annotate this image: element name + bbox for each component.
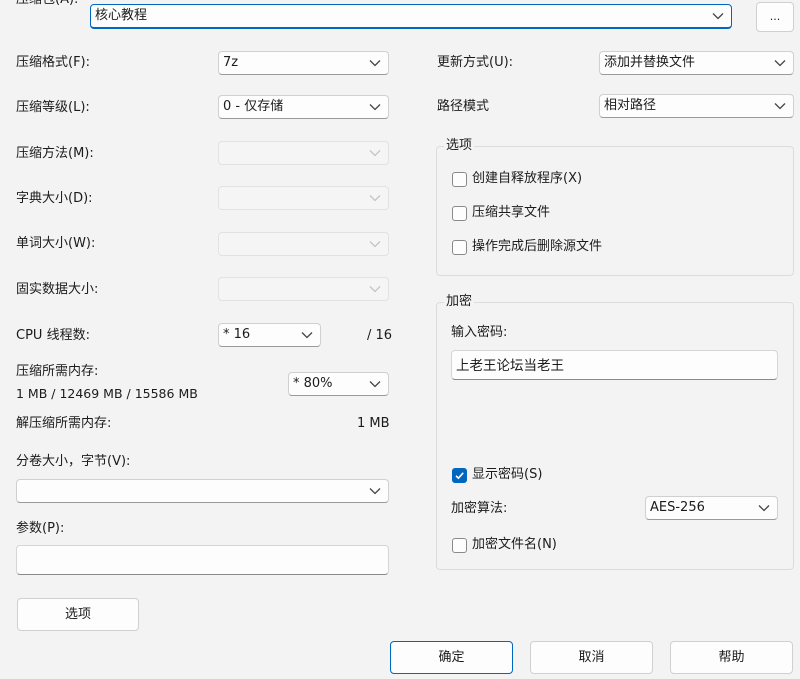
checkmark-icon [455, 472, 464, 480]
solid-label: 固实数据大小: [16, 282, 99, 297]
params-label: 参数(P): [16, 521, 65, 536]
sfx-label: 创建自释放程序(X) [472, 171, 583, 186]
encrypt-method-select[interactable]: AES-256 [645, 496, 778, 520]
options-button[interactable]: 选项 [17, 598, 139, 631]
chevron-down-icon [758, 505, 770, 512]
word-label: 单词大小(W): [16, 236, 96, 251]
dict-label: 字典大小(D): [16, 191, 93, 206]
archive-label: 压缩包(A): [16, 0, 78, 9]
update-label: 更新方式(U): [437, 55, 514, 70]
mem-detail: 1 MB / 12469 MB / 15586 MB [16, 386, 198, 401]
update-select[interactable]: 添加并替换文件 [599, 51, 794, 75]
delete-checkbox[interactable] [452, 240, 467, 255]
level-value: 0 - 仅存储 [223, 99, 284, 114]
show-password-label: 显示密码(S) [472, 467, 543, 482]
chevron-down-icon [774, 60, 786, 67]
delete-label: 操作完成后删除源文件 [472, 239, 603, 254]
path-value: 相对路径 [604, 98, 657, 113]
sfx-checkbox[interactable] [452, 172, 467, 187]
chevron-down-icon [369, 488, 381, 495]
chevron-down-icon [369, 241, 381, 248]
encrypt-method-label: 加密算法: [451, 501, 508, 516]
archive-name-combo[interactable]: 核心教程 [90, 4, 732, 29]
decomp-label: 解压缩所需内存: [16, 416, 112, 431]
ok-button[interactable]: 确定 [390, 641, 513, 674]
show-password-checkbox[interactable] [452, 468, 467, 483]
mem-select[interactable]: * 80% [288, 372, 389, 396]
shared-label: 压缩共享文件 [472, 205, 551, 220]
path-select[interactable]: 相对路径 [599, 94, 794, 118]
cpu-select[interactable]: * 16 [218, 323, 321, 347]
browse-button[interactable]: ... [756, 2, 794, 32]
split-label: 分卷大小，字节(V): [16, 454, 131, 469]
encrypt-names-checkbox[interactable] [452, 538, 467, 553]
encrypt-group-title: 加密 [444, 293, 475, 311]
word-select[interactable] [218, 232, 389, 256]
options-group-title: 选项 [444, 137, 475, 155]
shared-checkbox[interactable] [452, 206, 467, 221]
chevron-down-icon [369, 381, 381, 388]
chevron-down-icon [712, 13, 724, 20]
chevron-down-icon [301, 332, 313, 339]
path-label: 路径模式 [437, 99, 490, 114]
encrypt-method-value: AES-256 [650, 500, 705, 515]
encrypt-group [436, 302, 794, 570]
chevron-down-icon [369, 104, 381, 111]
level-select[interactable]: 0 - 仅存储 [218, 95, 389, 119]
password-value: 上老王论坛当老王 [456, 358, 564, 374]
format-value: 7z [223, 55, 239, 70]
mem-value: * 80% [293, 376, 333, 391]
chevron-down-icon [369, 150, 381, 157]
params-input[interactable] [16, 545, 389, 575]
split-select[interactable] [16, 479, 389, 503]
chevron-down-icon [369, 195, 381, 202]
cpu-value: * 16 [223, 327, 251, 342]
format-label: 压缩格式(F): [16, 55, 91, 70]
password-label: 输入密码: [451, 325, 508, 340]
chevron-down-icon [369, 60, 381, 67]
chevron-down-icon [774, 103, 786, 110]
mem-label: 压缩所需内存: [16, 364, 99, 379]
update-value: 添加并替换文件 [604, 55, 696, 70]
archive-name-value: 核心教程 [95, 8, 148, 23]
cpu-total: / 16 [367, 328, 393, 343]
password-input[interactable]: 上老王论坛当老王 [451, 350, 778, 380]
method-select[interactable] [218, 141, 389, 165]
decomp-value: 1 MB [357, 416, 390, 431]
dict-select[interactable] [218, 186, 389, 210]
cpu-label: CPU 线程数: [16, 328, 90, 343]
cancel-button[interactable]: 取消 [530, 641, 653, 674]
solid-select[interactable] [218, 277, 389, 301]
chevron-down-icon [369, 286, 381, 293]
method-label: 压缩方法(M): [16, 146, 94, 161]
level-label: 压缩等级(L): [16, 100, 90, 115]
help-button[interactable]: 帮助 [670, 641, 793, 674]
encrypt-names-label: 加密文件名(N) [472, 537, 557, 552]
format-select[interactable]: 7z [218, 51, 389, 75]
